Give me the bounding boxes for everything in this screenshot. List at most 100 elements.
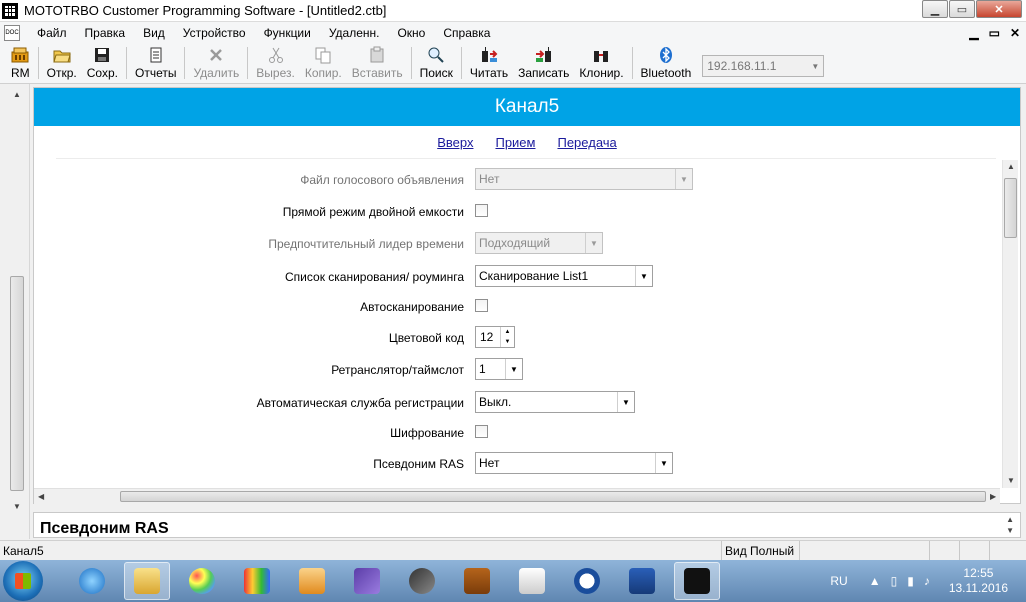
taskbar-paint[interactable] <box>179 562 225 600</box>
menu-view[interactable]: Вид <box>134 26 174 40</box>
stepper-down-icon[interactable]: ▼ <box>505 339 511 345</box>
taskbar-internet-explorer[interactable] <box>69 562 115 600</box>
write-button[interactable]: Записать <box>513 46 574 83</box>
encryption-checkbox[interactable] <box>475 425 488 438</box>
mdi-minimize-button[interactable]: ▁ <box>969 26 978 40</box>
timing-leader-label: Предпочтительный лидер времени <box>268 237 464 251</box>
start-button[interactable] <box>3 561 43 601</box>
open-button[interactable]: Откр. <box>42 46 82 83</box>
scroll-up-icon[interactable]: ▲ <box>1006 515 1014 524</box>
maximize-button[interactable]: ▭ <box>949 0 975 18</box>
save-button[interactable]: Сохр. <box>82 46 123 83</box>
taskbar-cps[interactable] <box>674 562 720 600</box>
report-icon <box>150 47 162 63</box>
color-code-stepper[interactable]: 12 ▲ ▼ <box>475 326 515 348</box>
auto-registration-select[interactable]: Выкл. ▼ <box>475 391 635 413</box>
panel-vertical-scrollbar[interactable]: ▲ ▼ <box>1002 160 1018 488</box>
save-icon <box>95 48 110 62</box>
field-row-auto-registration: Автоматическая служба регистрации Выкл. … <box>34 391 1000 417</box>
menu-device[interactable]: Устройство <box>174 26 255 40</box>
menu-window[interactable]: Окно <box>388 26 434 40</box>
rm-button[interactable]: RM <box>6 46 35 83</box>
clone-button[interactable]: Клонир. <box>574 46 628 83</box>
menu-functions[interactable]: Функции <box>255 26 320 40</box>
scrollbar-thumb[interactable] <box>10 276 24 491</box>
folder-icon <box>134 568 160 594</box>
auto-registration-label: Автоматическая служба регистрации <box>256 396 464 410</box>
field-row-ras-alias: Псевдоним RAS Нет ▼ <box>34 452 1000 478</box>
volume-icon[interactable]: ♪ <box>924 574 930 588</box>
repeater-slot-label: Ретранслятор/таймслот <box>331 363 464 377</box>
repeater-slot-select[interactable]: 1 ▼ <box>475 358 523 380</box>
device-icon[interactable]: ▯ <box>891 574 898 588</box>
dual-capacity-checkbox[interactable] <box>475 204 488 217</box>
voice-announcement-select[interactable]: Нет ▼ <box>475 168 693 190</box>
clone-label: Клонир. <box>579 66 624 80</box>
taskbar-motorola[interactable] <box>564 562 610 600</box>
link-receive[interactable]: Прием <box>495 135 535 150</box>
paste-icon <box>370 46 384 63</box>
outer-vertical-scrollbar[interactable]: ▲ ▼ <box>8 86 26 514</box>
close-button[interactable]: ✕ <box>976 0 1022 18</box>
taskbar-explorer[interactable] <box>124 562 170 600</box>
status-bar: Канал5 Вид Полный <box>0 540 1026 560</box>
show-hidden-icons-icon[interactable]: ▲ <box>869 574 881 588</box>
repeater-slot-value: 1 <box>479 362 486 376</box>
taskbar-media[interactable] <box>289 562 335 600</box>
copy-icon <box>315 47 331 64</box>
scroll-down-icon[interactable]: ▼ <box>1006 526 1014 535</box>
scan-list-select[interactable]: Сканирование List1 ▼ <box>475 265 653 287</box>
scroll-right-icon[interactable]: ▶ <box>990 492 996 501</box>
scrollbar-thumb[interactable] <box>120 491 986 502</box>
auto-scan-checkbox[interactable] <box>475 299 488 312</box>
chevron-down-icon: ▼ <box>655 453 672 473</box>
toolbar-separator <box>247 47 249 79</box>
scroll-down-icon[interactable]: ▼ <box>1007 476 1015 485</box>
taskbar-microphone[interactable] <box>399 562 445 600</box>
rm-label: RM <box>11 66 30 80</box>
scroll-left-icon[interactable]: ◀ <box>38 492 44 501</box>
timing-leader-select[interactable]: Подходящий ▼ <box>475 232 603 254</box>
scroll-down-icon[interactable]: ▼ <box>13 502 21 511</box>
taskbar-pencils[interactable] <box>234 562 280 600</box>
search-button[interactable]: Поиск <box>415 46 458 83</box>
scroll-up-icon[interactable]: ▲ <box>13 90 21 99</box>
clock-time: 12:55 <box>963 566 994 580</box>
paste-button[interactable]: Вставить <box>347 46 408 83</box>
ip-address-value: 192.168.11.1 <box>707 59 777 73</box>
visual-studio-icon <box>354 568 380 594</box>
mdi-close-button[interactable]: ✕ <box>1010 26 1020 40</box>
link-up[interactable]: Вверх <box>437 135 473 150</box>
write-label: Записать <box>518 66 570 80</box>
taskbar-radio-app[interactable] <box>509 562 555 600</box>
menu-edit[interactable]: Правка <box>76 26 135 40</box>
network-icon[interactable]: ▮ <box>907 574 914 588</box>
taskbar-visual-studio[interactable] <box>344 562 390 600</box>
mdi-restore-button[interactable]: ▭ <box>989 26 1000 40</box>
menu-file[interactable]: Файл <box>28 26 76 40</box>
scroll-up-icon[interactable]: ▲ <box>1007 162 1015 171</box>
link-transmit[interactable]: Передача <box>557 135 616 150</box>
chevron-down-icon: ▼ <box>505 359 522 379</box>
cut-button[interactable]: Вырез. <box>251 46 300 83</box>
minimize-button[interactable]: ▁ <box>922 0 948 18</box>
window-titlebar: MOTOTRBO Customer Programming Software -… <box>0 0 1026 22</box>
scrollbar-thumb[interactable] <box>1004 178 1017 238</box>
delete-button[interactable]: Удалить <box>188 46 244 83</box>
ras-alias-select[interactable]: Нет ▼ <box>475 452 673 474</box>
ip-address-select[interactable]: 192.168.11.1 ▼ <box>702 55 825 77</box>
toolbar-separator <box>460 47 462 79</box>
bluetooth-button[interactable]: Bluetooth <box>636 46 697 83</box>
copy-button[interactable]: Копир. <box>300 46 347 83</box>
panel-horizontal-scrollbar[interactable]: ◀ ▶ <box>34 488 1000 504</box>
menu-help[interactable]: Справка <box>434 26 499 40</box>
reports-button[interactable]: Отчеты <box>130 46 181 83</box>
taskbar-ab-book[interactable] <box>619 562 665 600</box>
language-indicator[interactable]: RU <box>830 574 847 588</box>
stepper-up-icon[interactable]: ▲ <box>505 329 511 335</box>
read-button[interactable]: Читать <box>465 46 513 83</box>
document-icon[interactable]: DOC <box>4 25 20 41</box>
clock[interactable]: 12:55 13.11.2016 <box>949 566 1008 596</box>
menu-remote[interactable]: Удаленн. <box>320 26 389 40</box>
taskbar-dosbox[interactable] <box>454 562 500 600</box>
